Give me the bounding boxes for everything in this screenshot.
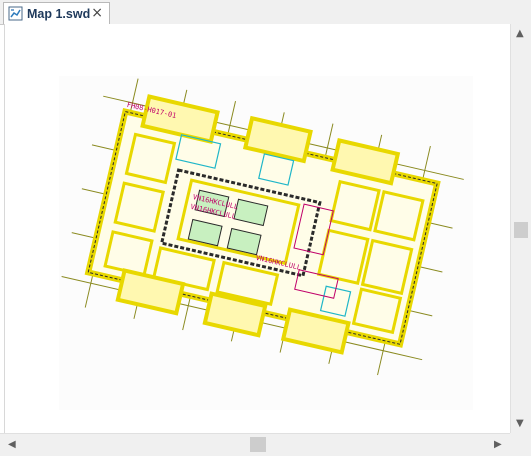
scroll-right-icon[interactable]: ▶ [494,439,502,450]
cad-floorplan-drawing: FH08-H017-01 VN16HKCLULL VN16HKCLULL VN1… [61,78,464,376]
horizontal-scrollbar[interactable]: ◀ ▶ [0,433,510,456]
scrollbar-corner [510,433,531,456]
close-icon[interactable]: × [91,5,103,21]
tab-title: Map 1.swd [27,6,91,21]
document-tab-strip: Map 1.swd × [0,0,531,25]
scroll-up-icon[interactable]: ▲ [516,28,524,39]
vertical-scroll-thumb[interactable] [514,222,528,238]
horizontal-scroll-thumb[interactable] [250,437,266,452]
map-document-icon [8,6,23,21]
scroll-down-icon[interactable]: ▼ [516,418,524,429]
tab-map-1[interactable]: Map 1.swd × [3,2,110,24]
map-viewport[interactable]: FH08-H017-01 VN16HKCLULL VN16HKCLULL VN1… [4,24,511,433]
vertical-scrollbar[interactable]: ▲ ▼ [510,24,531,433]
scroll-left-icon[interactable]: ◀ [8,439,16,450]
